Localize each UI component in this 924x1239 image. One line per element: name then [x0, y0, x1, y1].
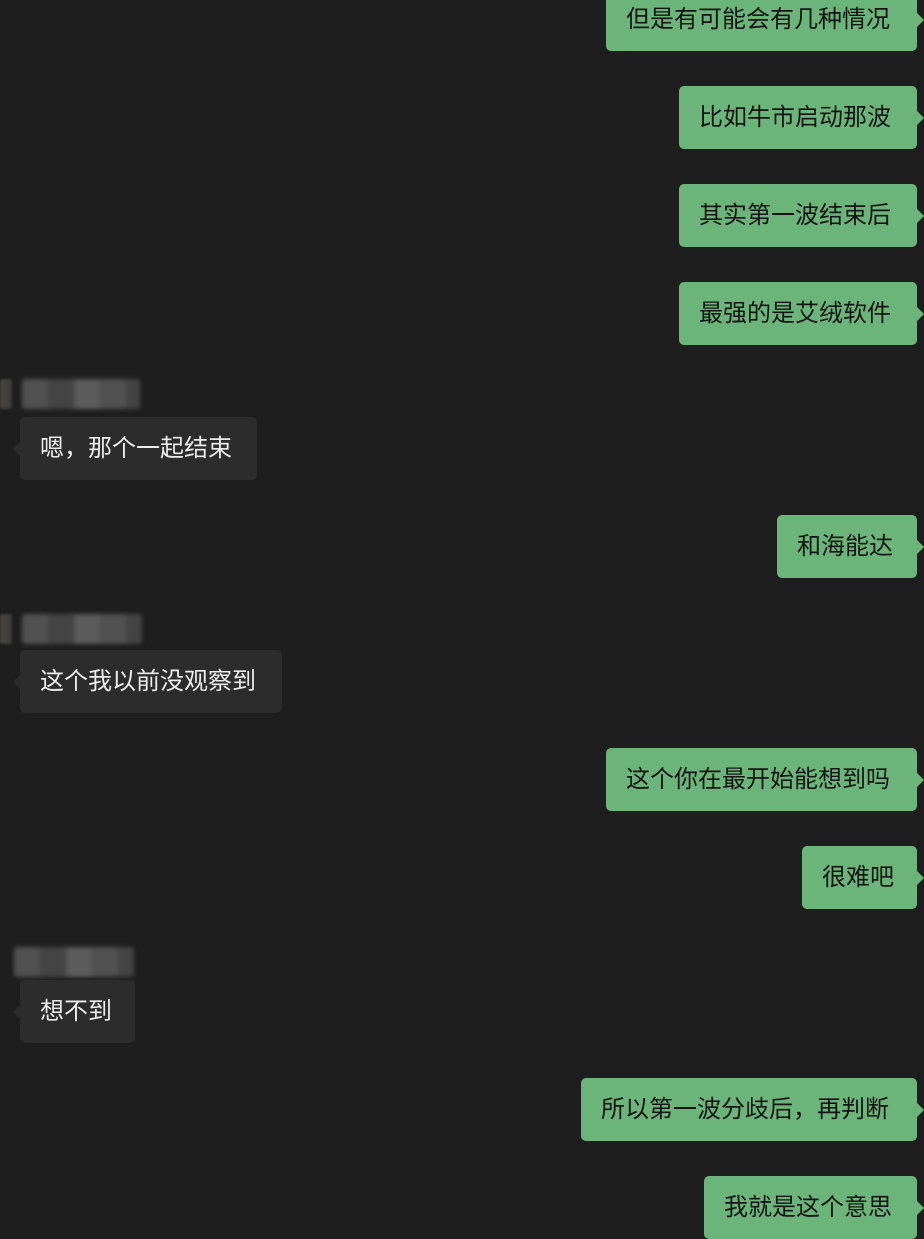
name-redacted [14, 947, 134, 977]
sender-name-redacted [0, 378, 140, 410]
message-text: 最强的是艾绒软件 [699, 299, 891, 327]
bubble-tail [917, 13, 924, 27]
bubble-tail [13, 1005, 20, 1019]
message-text: 这个你在最开始能想到吗 [626, 765, 890, 793]
sender-name-redacted [14, 946, 134, 978]
name-redacted [22, 614, 142, 644]
bubble-tail [13, 675, 20, 689]
outgoing-message-bubble[interactable]: 比如牛市启动那波 [679, 86, 924, 149]
avatar-redacted [0, 379, 12, 409]
outgoing-message-bubble[interactable]: 和海能达 [777, 515, 924, 578]
bubble-tail [917, 871, 924, 885]
message-text: 这个我以前没观察到 [40, 667, 256, 695]
name-redacted [22, 379, 140, 409]
bubble-tail [917, 209, 924, 223]
outgoing-message-bubble[interactable]: 其实第一波结束后 [679, 184, 924, 247]
message-text: 我就是这个意思 [724, 1193, 892, 1221]
outgoing-message-bubble[interactable]: 这个你在最开始能想到吗 [606, 748, 924, 811]
bubble-tail [917, 1103, 924, 1117]
outgoing-message-bubble[interactable]: 但是有可能会有几种情况 [606, 0, 924, 51]
incoming-message-bubble[interactable]: 想不到 [13, 980, 135, 1043]
message-text: 其实第一波结束后 [699, 201, 891, 229]
bubble-tail [917, 773, 924, 787]
bubble-tail [917, 540, 924, 554]
message-text: 比如牛市启动那波 [699, 103, 891, 131]
message-text: 很难吧 [822, 863, 894, 891]
incoming-message-bubble[interactable]: 这个我以前没观察到 [13, 650, 282, 713]
sender-name-redacted [0, 613, 142, 645]
outgoing-message-bubble[interactable]: 最强的是艾绒软件 [679, 282, 924, 345]
incoming-message-bubble[interactable]: 嗯，那个一起结束 [13, 417, 257, 480]
bubble-tail [13, 442, 20, 456]
message-text: 嗯，那个一起结束 [40, 434, 232, 462]
avatar-redacted [0, 614, 12, 644]
outgoing-message-bubble[interactable]: 很难吧 [802, 846, 924, 909]
outgoing-message-bubble[interactable]: 所以第一波分歧后，再判断 [581, 1078, 924, 1141]
bubble-tail [917, 1201, 924, 1215]
bubble-tail [917, 111, 924, 125]
message-text: 但是有可能会有几种情况 [626, 5, 890, 33]
bubble-tail [917, 307, 924, 321]
message-text: 和海能达 [797, 532, 893, 560]
message-text: 所以第一波分歧后，再判断 [601, 1095, 889, 1123]
message-text: 想不到 [40, 997, 112, 1025]
chat-message-list[interactable]: 但是有可能会有几种情况 比如牛市启动那波 其实第一波结束后 最强的是艾绒软件 嗯… [0, 0, 924, 1239]
